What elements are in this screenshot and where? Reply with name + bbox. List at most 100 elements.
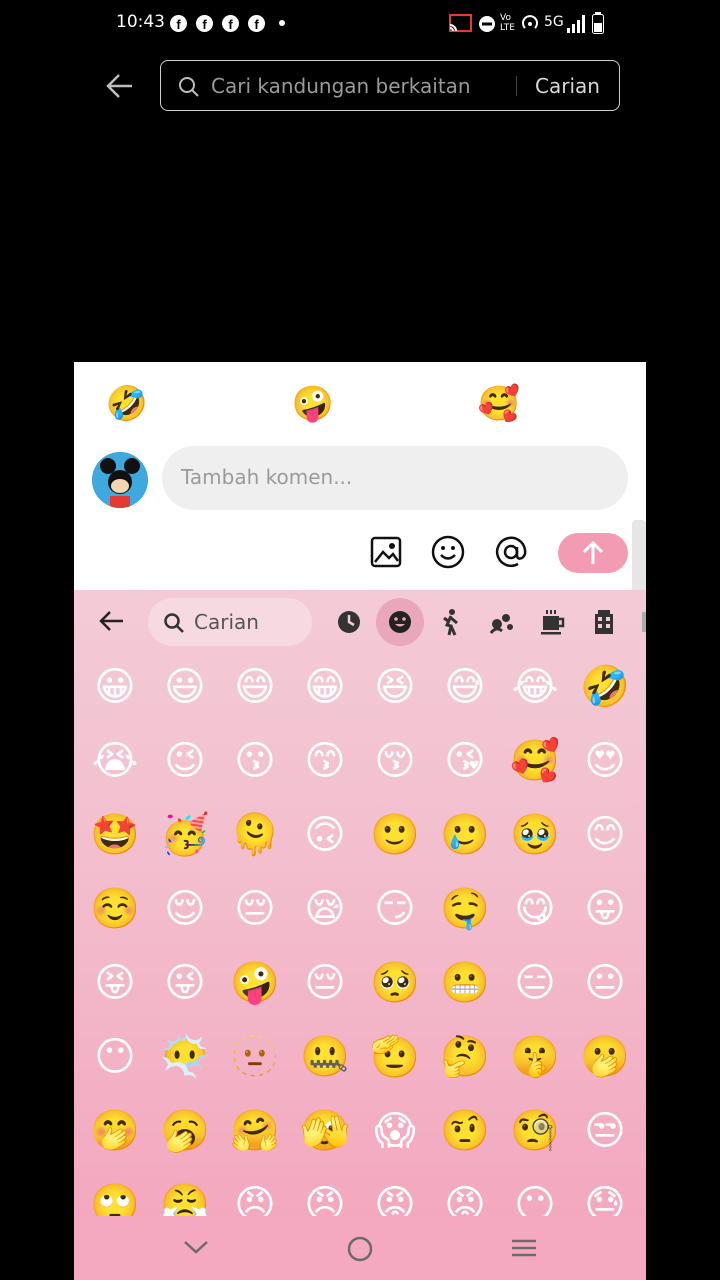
emoji-cell[interactable]: 😱 <box>368 1104 422 1158</box>
avatar <box>92 452 148 508</box>
emoji-cell[interactable]: 🫠 <box>228 808 282 862</box>
keyboard-back-icon[interactable] <box>96 606 126 636</box>
emoji-cell[interactable]: 🤗 <box>228 1104 282 1158</box>
emoji-icon[interactable] <box>431 535 465 569</box>
emoji-cell[interactable]: 🥹 <box>508 808 562 862</box>
emoji-cell[interactable]: 🫢 <box>578 1030 632 1084</box>
emoji-cell[interactable]: 😶 <box>508 1178 562 1216</box>
emoji-cell[interactable]: 😘 <box>438 734 492 788</box>
emoji-grid: 😀 😃 😄 😁 😆 😅 😂 🤣 😭 😉 😗 😙 😚 😘 🥰 😍 🤩 🥳 🫠 🙃 🙂 🥲 🥹 😊 ☺️ 😌 😔 😪 😏 🤤 😋 😛 😝 😜 🤪 😔 🥺 😬 😑… <box>88 660 638 1216</box>
emoji-cell[interactable]: 😶‍🌫️ <box>158 1030 212 1084</box>
emoji-cell[interactable]: 😶 <box>88 1030 142 1084</box>
quick-emoji-button[interactable]: 🤪 <box>291 382 335 426</box>
more-notifications-dot-icon <box>279 20 285 26</box>
emoji-cell[interactable]: 😓 <box>578 1178 632 1216</box>
emoji-cell[interactable]: 😜 <box>158 956 212 1010</box>
emoji-cell[interactable]: 😋 <box>508 882 562 936</box>
emoji-cell[interactable]: 🫡 <box>368 1030 422 1084</box>
emoji-cell[interactable]: 😂 <box>508 660 562 714</box>
emoji-cell[interactable]: 🤨 <box>438 1104 492 1158</box>
network-type: 5G <box>544 14 564 30</box>
emoji-cell[interactable]: 🤫 <box>508 1030 562 1084</box>
emoji-cell[interactable]: 🥰 <box>508 734 562 788</box>
emoji-cell[interactable]: 😑 <box>508 956 562 1010</box>
cast-icon <box>449 14 472 32</box>
emoji-cell[interactable]: 😁 <box>298 660 352 714</box>
emoji-cell[interactable]: ☺️ <box>88 882 142 936</box>
home-circle-icon[interactable] <box>346 1236 374 1262</box>
travel-category-icon[interactable] <box>588 606 620 638</box>
emoji-cell[interactable]: 😄 <box>228 660 282 714</box>
emoji-cell[interactable]: 😗 <box>228 734 282 788</box>
emoji-cell[interactable]: 😤 <box>158 1178 212 1216</box>
emoji-cell[interactable]: 😆 <box>368 660 422 714</box>
emoji-cell[interactable]: 😡 <box>368 1178 422 1216</box>
facebook-notification-icon: f <box>222 15 239 32</box>
emoji-cell[interactable]: 🤔 <box>438 1030 492 1084</box>
mention-icon[interactable] <box>494 535 528 569</box>
quick-emoji-button[interactable]: 😁 <box>384 382 428 426</box>
search-icon <box>179 77 199 97</box>
emoji-cell[interactable]: 🤭 <box>88 1104 142 1158</box>
emoji-cell[interactable]: 🥺 <box>368 956 422 1010</box>
emoji-cell[interactable]: 😃 <box>158 660 212 714</box>
emoji-cell[interactable]: 😔 <box>298 956 352 1010</box>
animals-category-icon[interactable] <box>486 606 518 638</box>
emoji-cell[interactable]: 😔 <box>228 882 282 936</box>
battery-icon <box>592 12 604 34</box>
emoji-cell[interactable]: 😅 <box>438 660 492 714</box>
emoji-cell[interactable]: 😡 <box>438 1178 492 1216</box>
send-button[interactable] <box>558 533 628 573</box>
chevron-down-icon[interactable] <box>182 1236 210 1258</box>
emoji-cell[interactable]: 🫣 <box>298 1104 352 1158</box>
emoji-cell[interactable]: 🙄 <box>88 1178 142 1216</box>
emoji-cell[interactable]: 🤣 <box>578 660 632 714</box>
emoji-cell[interactable]: 😊 <box>578 808 632 862</box>
status-bar: 10:43 f f f f Vo LTE 5G <box>0 0 720 48</box>
emoji-cell[interactable]: 😌 <box>158 882 212 936</box>
search-button[interactable]: Carian <box>535 74 600 98</box>
people-category-icon[interactable] <box>435 606 467 638</box>
emoji-cell[interactable]: 🥲 <box>438 808 492 862</box>
food-category-icon[interactable] <box>537 606 569 638</box>
quick-emoji-button[interactable]: 😂 <box>570 382 614 426</box>
emoji-cell[interactable]: 😝 <box>88 956 142 1010</box>
emoji-cell[interactable]: 😙 <box>298 734 352 788</box>
clock: 10:43 <box>116 12 165 32</box>
emoji-cell[interactable]: 😭 <box>88 734 142 788</box>
emoji-cell[interactable]: 🤤 <box>438 882 492 936</box>
emoji-cell[interactable]: 😛 <box>578 882 632 936</box>
emoji-cell[interactable]: 🤩 <box>88 808 142 862</box>
image-icon[interactable] <box>369 535 403 569</box>
hotspot-icon <box>522 15 538 29</box>
emoji-cell[interactable]: 🙃 <box>298 808 352 862</box>
emoji-cell[interactable]: 😐 <box>578 956 632 1010</box>
recent-clock-icon[interactable] <box>333 606 365 638</box>
smileys-category-icon[interactable] <box>384 606 416 638</box>
emoji-cell[interactable]: 😀 <box>88 660 142 714</box>
search-divider <box>516 76 517 96</box>
emoji-cell[interactable]: 😪 <box>298 882 352 936</box>
emoji-cell[interactable]: 😬 <box>438 956 492 1010</box>
emoji-cell[interactable]: 😉 <box>158 734 212 788</box>
emoji-cell[interactable]: 😠 <box>298 1178 352 1216</box>
quick-emoji-button[interactable]: 😡 <box>198 382 242 426</box>
menu-icon[interactable] <box>510 1236 538 1260</box>
category-overflow-indicator <box>642 612 646 632</box>
emoji-cell[interactable]: 😒 <box>578 1104 632 1158</box>
emoji-cell[interactable]: 🤪 <box>228 956 282 1010</box>
facebook-notification-icon: f <box>196 15 213 32</box>
emoji-cell[interactable]: 🤐 <box>298 1030 352 1084</box>
emoji-cell[interactable]: 🥱 <box>158 1104 212 1158</box>
emoji-cell[interactable]: 😚 <box>368 734 422 788</box>
emoji-cell[interactable]: 🙂 <box>368 808 422 862</box>
quick-emoji-button[interactable]: 🤣 <box>105 382 149 426</box>
back-arrow-icon[interactable] <box>104 70 136 102</box>
emoji-cell[interactable]: 🥳 <box>158 808 212 862</box>
emoji-cell[interactable]: 😏 <box>368 882 422 936</box>
emoji-cell[interactable]: 😍 <box>578 734 632 788</box>
emoji-cell[interactable]: 🧐 <box>508 1104 562 1158</box>
emoji-cell[interactable]: 🫥 <box>228 1030 282 1084</box>
quick-emoji-button[interactable]: 🥰 <box>477 382 521 426</box>
emoji-cell[interactable]: 😠 <box>228 1178 282 1216</box>
